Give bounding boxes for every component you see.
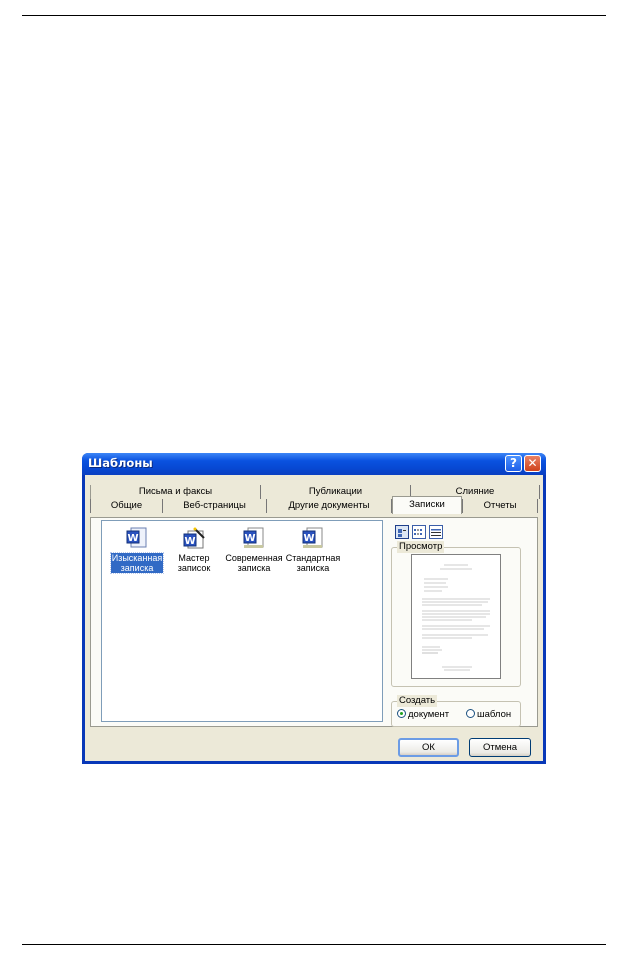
create-label: Создать bbox=[397, 695, 438, 707]
radio-unchecked-icon bbox=[466, 709, 475, 718]
create-group: Создать документ шаблон bbox=[391, 695, 521, 727]
svg-text:W: W bbox=[184, 536, 195, 547]
window-border-bottom bbox=[82, 761, 546, 764]
tab-label: Публикации bbox=[308, 486, 363, 497]
ok-button-label: ОК bbox=[422, 742, 435, 753]
template-label: Стандартная записка bbox=[285, 553, 341, 573]
tab-general[interactable]: Общие bbox=[90, 499, 162, 513]
preview-label: Просмотр bbox=[397, 541, 445, 553]
large-icons-view-button[interactable] bbox=[395, 525, 409, 539]
close-button[interactable]: ✕ bbox=[524, 455, 541, 472]
ok-button[interactable]: ОК bbox=[398, 738, 459, 757]
word-document-icon: W bbox=[302, 527, 323, 548]
tab-letters-faxes[interactable]: Письма и факсы bbox=[90, 485, 260, 499]
template-radio-label: шаблон bbox=[477, 709, 512, 720]
word-wizard-icon: W bbox=[183, 527, 205, 549]
document-radio[interactable]: документ bbox=[397, 709, 449, 720]
radio-checked-icon bbox=[397, 709, 406, 718]
memo-preview-thumbnail bbox=[422, 564, 490, 671]
template-radio[interactable]: шаблон bbox=[466, 709, 511, 720]
templates-dialog: Шаблоны ? ✕ Письма и факсы Публикации Сл… bbox=[82, 453, 546, 764]
cancel-button-label: Отмена bbox=[482, 742, 518, 753]
word-document-icon: W bbox=[126, 527, 147, 548]
template-label: Изысканная записка bbox=[109, 552, 165, 574]
dialog-title: Шаблоны bbox=[88, 456, 153, 470]
list-view-icon bbox=[414, 529, 422, 535]
large-icons-view-icon bbox=[398, 529, 406, 537]
title-bar[interactable]: Шаблоны ? ✕ bbox=[82, 453, 546, 475]
details-view-icon bbox=[431, 529, 441, 536]
templates-list[interactable]: W Изысканная записка W Мастер записок W … bbox=[101, 520, 383, 722]
tab-web-pages[interactable]: Веб-страницы bbox=[162, 499, 266, 513]
help-button[interactable]: ? bbox=[505, 455, 522, 472]
svg-text:W: W bbox=[244, 533, 255, 544]
tab-memos[interactable]: Записки bbox=[392, 496, 462, 514]
tab-label: Отчеты bbox=[483, 500, 517, 511]
word-document-icon: W bbox=[243, 527, 264, 548]
tab-label: Общие bbox=[110, 500, 143, 511]
svg-text:W: W bbox=[127, 533, 138, 544]
template-item[interactable]: W Мастер записок bbox=[164, 527, 224, 576]
tab-other-documents[interactable]: Другие документы bbox=[266, 499, 392, 513]
tab-label: Записки bbox=[409, 499, 445, 510]
template-item[interactable]: W Изысканная записка bbox=[107, 527, 167, 576]
details-view-button[interactable] bbox=[429, 525, 443, 539]
window-border-right bbox=[543, 475, 546, 764]
template-item[interactable]: W Современная записка bbox=[224, 527, 284, 576]
template-label: Мастер записок bbox=[177, 553, 211, 573]
page-top-rule bbox=[22, 15, 606, 16]
help-icon: ? bbox=[510, 456, 517, 470]
tab-label: Другие документы bbox=[288, 500, 370, 511]
template-label: Современная записка bbox=[225, 553, 283, 573]
list-view-button[interactable] bbox=[412, 525, 426, 539]
tab-reports[interactable]: Отчеты bbox=[462, 499, 538, 513]
dialog-client-area: Письма и факсы Публикации Слияние Общие … bbox=[85, 475, 543, 761]
cancel-button[interactable]: Отмена bbox=[469, 738, 531, 757]
document-radio-label: документ bbox=[408, 709, 450, 720]
preview-image bbox=[411, 554, 501, 679]
tab-label: Письма и факсы bbox=[138, 486, 213, 497]
tab-publications[interactable]: Публикации bbox=[260, 485, 410, 499]
tab-label: Веб-страницы bbox=[183, 500, 246, 511]
template-item[interactable]: W Стандартная записка bbox=[283, 527, 343, 576]
page-bottom-rule bbox=[22, 944, 606, 945]
svg-text:W: W bbox=[303, 533, 314, 544]
close-icon: ✕ bbox=[527, 456, 538, 470]
